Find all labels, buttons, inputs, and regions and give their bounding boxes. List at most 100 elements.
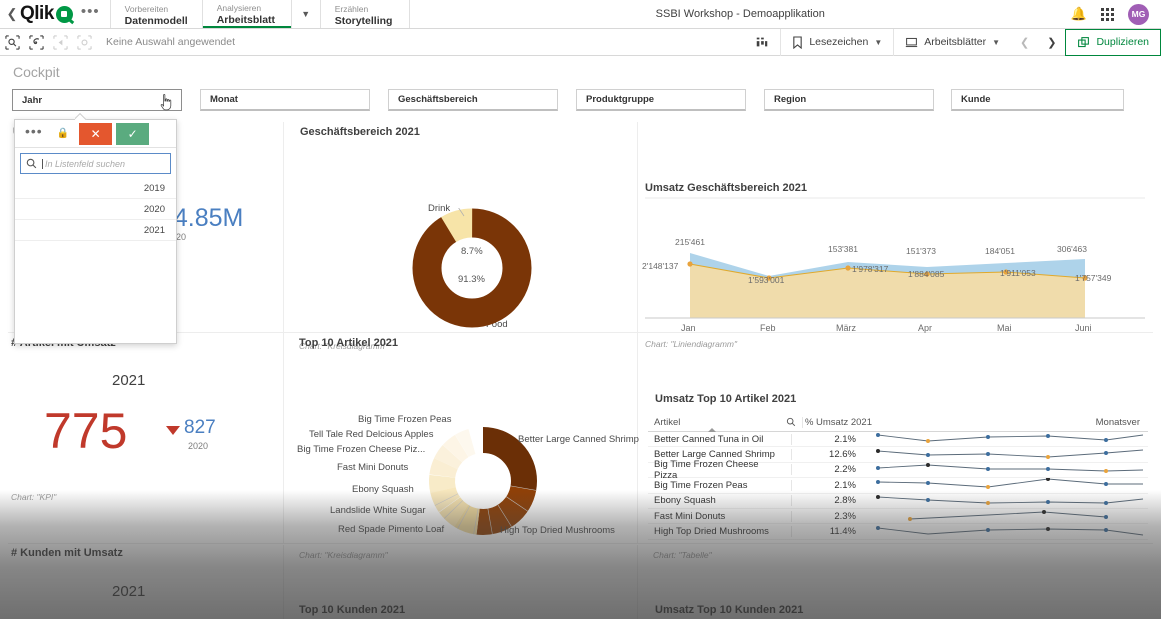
data-model-viewer-icon[interactable]: [744, 29, 780, 56]
duplicate-button[interactable]: Duplizieren: [1065, 28, 1161, 56]
filter-region[interactable]: Region: [764, 89, 934, 111]
column-header-umsatz-pct[interactable]: % Umsatz 2021: [802, 416, 878, 428]
qlik-logo-text: Qlik: [20, 3, 54, 24]
donut-label-ebony-squash: Ebony Squash: [352, 484, 414, 495]
previous-sheet-button[interactable]: ❮: [1011, 29, 1038, 56]
filter-produktgruppe-label: Produktgruppe: [586, 94, 655, 105]
divider: [8, 332, 1153, 333]
grid-apps-icon[interactable]: [1101, 7, 1114, 21]
filter-jahr[interactable]: Jahr: [12, 89, 182, 111]
filter-monat-label: Monat: [210, 94, 238, 105]
sheets-button[interactable]: Arbeitsblätter ▼: [893, 28, 1011, 56]
bell-icon[interactable]: 🔔: [1071, 6, 1087, 22]
top-navigation-bar: ❮ Qlik ••• Vorbereiten Datenmodell Analy…: [0, 0, 1161, 29]
selection-lasso-icon[interactable]: [24, 31, 48, 53]
table-search-icon[interactable]: [786, 417, 802, 427]
divider: [637, 545, 638, 619]
chart-umsatz-geschaeftsbereich[interactable]: [645, 196, 1151, 324]
listbox-search-input[interactable]: In Listenfeld suchen: [20, 153, 171, 174]
cell-umsatz-pct: 2.1%: [791, 433, 862, 445]
column-header-artikel[interactable]: Artikel: [648, 417, 786, 432]
table-row[interactable]: Big Time Frozen Cheese Pizza 2.2%: [648, 459, 1148, 481]
jahr-filter-dropdown[interactable]: ••• 🔒 ✕ ✓ In Listenfeld suchen 2019 2020…: [14, 119, 177, 344]
filter-geschaeftsbereich[interactable]: Geschäftsbereich: [388, 89, 558, 111]
filter-kunde[interactable]: Kunde: [951, 89, 1124, 111]
selection-bar: Keine Auswahl angewendet Lesezeichen ▼ A…: [0, 28, 1161, 56]
line-value-drink-juni: 306'463: [1057, 244, 1087, 254]
filter-jahr-label: Jahr: [22, 94, 43, 106]
divider: [637, 122, 638, 342]
topbar-right-actions: 🔔 MG: [1071, 0, 1161, 28]
cell-sparkline: [862, 509, 1148, 523]
kpi-kunden-title: # Kunden mit Umsatz: [11, 547, 123, 559]
listbox-item-2021[interactable]: 2021: [15, 220, 176, 241]
chart-umsatz-gb-title: Umsatz Geschäftsbereich 2021: [645, 182, 808, 194]
cell-sparkline: [862, 494, 1148, 508]
chevron-down-icon[interactable]: ▼: [290, 0, 321, 28]
chevron-down-icon: ▼: [992, 37, 1001, 47]
table-row[interactable]: Ebony Squash 2.8%: [648, 494, 1148, 509]
line-value-food-mai: 1'911'053: [1000, 268, 1036, 278]
confirm-selection-button[interactable]: ✓: [116, 122, 150, 145]
bookmarks-label: Lesezeichen: [809, 36, 869, 48]
nav-item-arbeitsblatt[interactable]: Analysieren Arbeitsblatt: [202, 0, 291, 28]
avatar[interactable]: MG: [1128, 3, 1149, 25]
cell-umsatz-pct: 2.8%: [791, 495, 862, 507]
search-icon: [26, 158, 37, 169]
dropdown-overflow-menu[interactable]: •••: [21, 123, 51, 145]
table-row[interactable]: Big Time Frozen Peas 2.1%: [648, 478, 1148, 494]
chart-top10-artikel-note: Chart: "Kreisdiagramm": [299, 550, 388, 560]
chart-umsatz-gb-note: Chart: "Liniendiagramm": [645, 339, 738, 349]
chart-geschaeftsbereich-donut[interactable]: [412, 208, 532, 328]
listbox-values: 2019 2020 2021: [15, 178, 176, 241]
filter-region-label: Region: [774, 94, 807, 105]
donut-label-big-time-frozen-cheese-pizza: Big Time Frozen Cheese Piz...: [297, 444, 426, 455]
divider: [283, 545, 284, 619]
filter-monat[interactable]: Monat: [200, 89, 370, 111]
bookmarks-button[interactable]: Lesezeichen ▼: [780, 28, 893, 56]
cell-umsatz-pct: 12.6%: [791, 449, 862, 461]
dropdown-header: ••• 🔒 ✕ ✓: [15, 120, 176, 148]
lock-icon: 🔒: [56, 128, 70, 139]
table-umsatz-top10-artikel[interactable]: Artikel % Umsatz 2021 Monatsver Better C…: [648, 413, 1148, 540]
line-value-drink-mai: 184'051: [985, 246, 1015, 256]
axis-label-juni: Juni: [1075, 323, 1092, 333]
cell-artikel: Big Time Frozen Peas: [654, 479, 748, 491]
topbar-overflow-menu[interactable]: •••: [77, 0, 110, 28]
qlik-sense-app: ❮ Qlik ••• Vorbereiten Datenmodell Analy…: [0, 0, 1161, 619]
column-header-monatsverlauf[interactable]: Monatsver: [878, 417, 1148, 428]
line-value-food-juni: 1'757'349: [1075, 273, 1112, 283]
line-value-food-feb: 1'593'001: [748, 275, 785, 285]
listbox-item-2020[interactable]: 2020: [15, 199, 176, 220]
line-value-food-maerz: 1'978'317: [852, 264, 889, 274]
line-value-drink-apr: 151'373: [906, 246, 936, 256]
cell-artikel: Ebony Squash: [654, 495, 716, 507]
filter-produktgruppe[interactable]: Produktgruppe: [576, 89, 746, 111]
filter-geschaeftsbereich-label: Geschäftsbereich: [398, 94, 478, 105]
donut-label-tell-tale-red-delcious-apples: Tell Tale Red Delcious Apples: [309, 429, 434, 440]
nav-item-storytelling[interactable]: Erzählen Storytelling: [321, 0, 409, 28]
table-umsatz-artikel-title: Umsatz Top 10 Artikel 2021: [655, 393, 797, 405]
chart-geschaeftsbereich-title: Geschäftsbereich 2021: [300, 126, 420, 138]
app-title: SSBI Workshop - Demoapplikation: [655, 8, 825, 20]
listbox-item-2019[interactable]: 2019: [15, 178, 176, 199]
nav-item-arbeitsblatt-sup: Analysieren: [216, 2, 262, 13]
selection-clear-icon: [72, 31, 96, 53]
cancel-selection-button[interactable]: ✕: [79, 122, 113, 145]
nav-item-datenmodell[interactable]: Vorbereiten Datenmodell: [111, 0, 202, 28]
cell-sparkline: [862, 448, 1148, 462]
table-row[interactable]: Fast Mini Donuts 2.3%: [648, 509, 1148, 525]
next-sheet-button[interactable]: ❯: [1038, 29, 1065, 56]
cell-sparkline: [862, 462, 1148, 477]
back-icon[interactable]: ❮: [0, 0, 18, 28]
table-row[interactable]: Better Canned Tuna in Oil 2.1%: [648, 432, 1148, 448]
chevron-down-icon: ▼: [874, 37, 883, 47]
selection-bar-actions: Lesezeichen ▼ Arbeitsblätter ▼ ❮ ❯ Dupli…: [744, 28, 1161, 56]
selection-search-icon[interactable]: [0, 31, 24, 53]
table-row[interactable]: High Top Dried Mushrooms 11.4%: [648, 524, 1148, 540]
divider: [283, 122, 284, 342]
axis-label-mai: Mai: [997, 323, 1012, 333]
table-header-row: Artikel % Umsatz 2021 Monatsver: [648, 413, 1148, 432]
qlik-logo[interactable]: Qlik: [18, 0, 77, 28]
kpi-artikel-compare-value: 827: [184, 417, 216, 438]
